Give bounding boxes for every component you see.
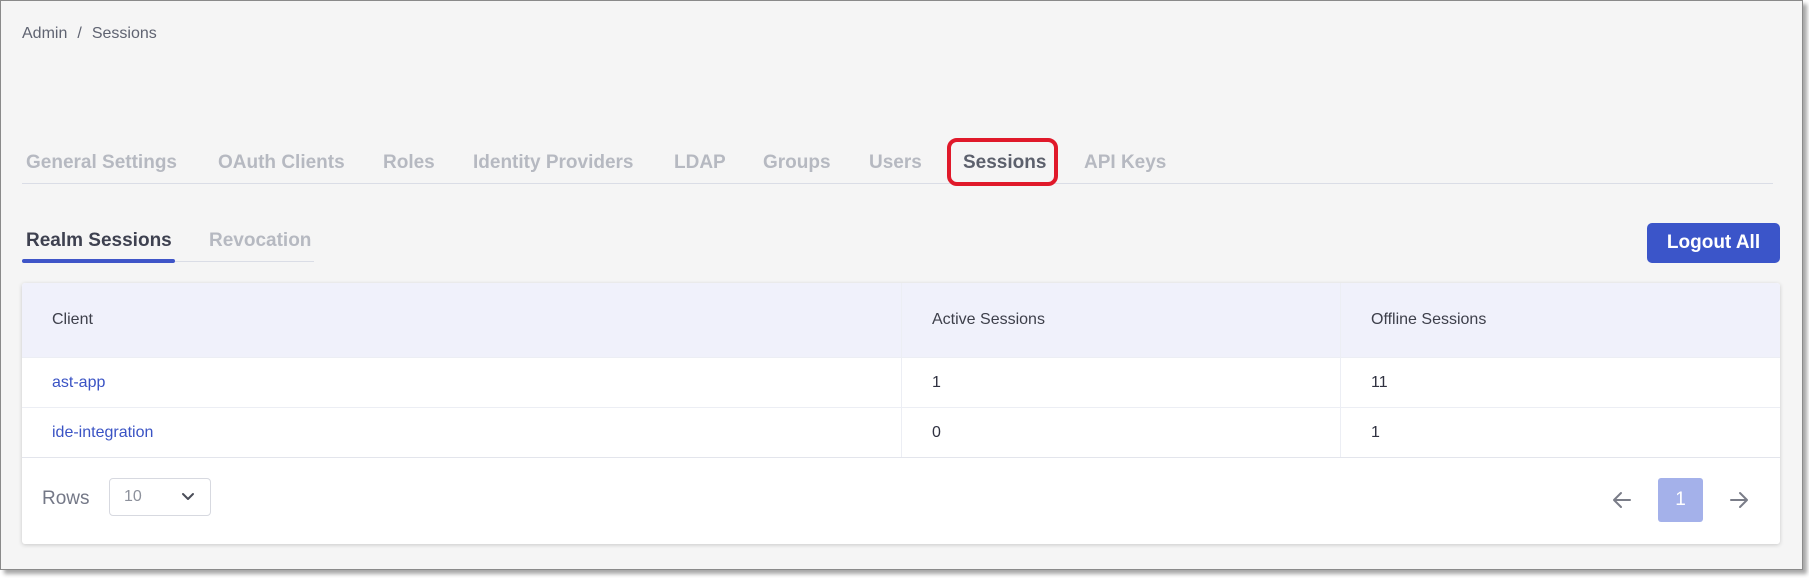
client-link[interactable]: ide-integration <box>52 424 153 441</box>
active-tab-indicator <box>22 259 175 263</box>
sub-tab-bar: Realm Sessions Revocation <box>22 225 314 263</box>
main-tab-bar: General Settings OAuth Clients Roles Ide… <box>22 143 1773 184</box>
client-cell: ide-integration <box>22 407 902 458</box>
tab-identity-providers[interactable]: Identity Providers <box>473 143 634 183</box>
tab-general-settings[interactable]: General Settings <box>26 143 177 183</box>
tab-roles[interactable]: Roles <box>383 143 435 183</box>
tab-users[interactable]: Users <box>869 143 922 183</box>
active-sessions-cell: 0 <box>901 407 1341 458</box>
arrow-right-icon[interactable] <box>1725 478 1753 522</box>
table-row: ide-integration 0 1 <box>22 407 1780 458</box>
offline-sessions-cell: 11 <box>1340 357 1780 408</box>
tab-ldap[interactable]: LDAP <box>674 143 726 183</box>
breadcrumb-admin[interactable]: Admin <box>22 25 67 43</box>
app-frame: Admin / Sessions General Settings OAuth … <box>0 0 1803 570</box>
arrow-left-icon[interactable] <box>1608 478 1636 522</box>
breadcrumb: Admin / Sessions <box>22 25 157 43</box>
tab-oauth-clients[interactable]: OAuth Clients <box>218 143 345 183</box>
breadcrumb-current: Sessions <box>91 25 157 42</box>
rows-per-page-value: 10 <box>124 488 142 505</box>
chevron-down-icon <box>180 479 196 515</box>
tab-realm-sessions[interactable]: Realm Sessions <box>26 225 172 261</box>
tab-api-keys[interactable]: API Keys <box>1084 143 1166 183</box>
active-sessions-cell: 1 <box>901 357 1341 408</box>
tab-revocation[interactable]: Revocation <box>209 225 311 261</box>
table-row: ast-app 1 11 <box>22 357 1780 408</box>
pagination: 1 <box>1608 478 1753 522</box>
rows-per-page-select[interactable]: 10 <box>109 478 211 516</box>
sessions-tab-highlight <box>947 138 1058 186</box>
column-header-offline-sessions[interactable]: Offline Sessions <box>1340 283 1780 358</box>
sessions-table-card: Client Active Sessions Offline Sessions … <box>22 283 1780 544</box>
tab-groups[interactable]: Groups <box>763 143 831 183</box>
sessions-table: Client Active Sessions Offline Sessions … <box>22 283 1780 458</box>
offline-sessions-cell: 1 <box>1340 407 1780 458</box>
column-header-active-sessions[interactable]: Active Sessions <box>901 283 1341 358</box>
rows-label: Rows <box>42 488 90 509</box>
table-footer: Rows 10 1 <box>22 457 1780 544</box>
table-header-row: Client Active Sessions Offline Sessions <box>22 283 1780 358</box>
column-header-client[interactable]: Client <box>22 283 902 358</box>
page-number-button[interactable]: 1 <box>1658 478 1703 522</box>
logout-all-button[interactable]: Logout All <box>1647 223 1780 263</box>
client-link[interactable]: ast-app <box>52 374 105 391</box>
client-cell: ast-app <box>22 357 902 408</box>
breadcrumb-separator: / <box>77 25 82 42</box>
